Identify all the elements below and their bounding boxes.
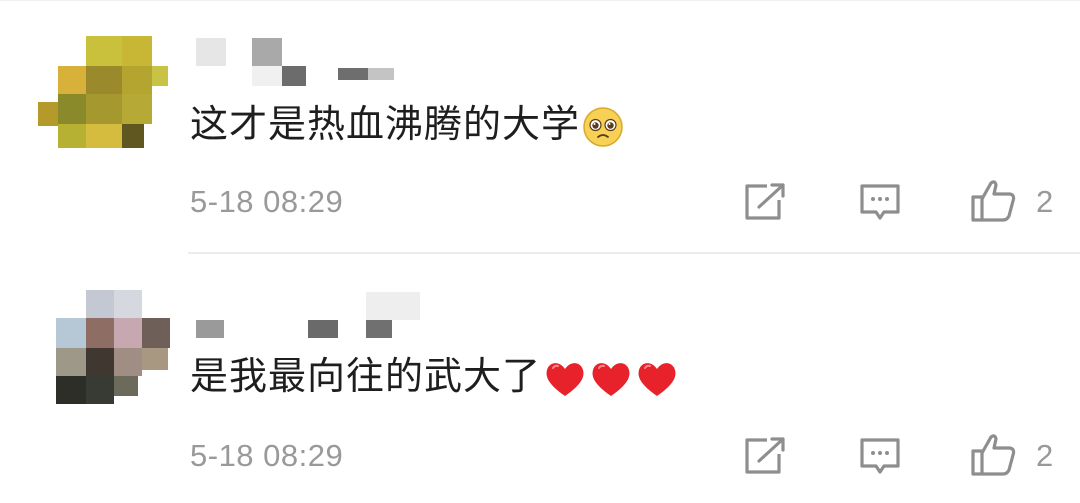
red-heart-emoji [546, 362, 584, 396]
like-count: 2 [1036, 438, 1054, 473]
comment-time: 5-18 08:29 [190, 184, 344, 219]
avatar[interactable] [56, 290, 186, 410]
pleading-face-emoji [583, 106, 623, 147]
comment-text: 这才是热血沸腾的大学 [190, 100, 624, 148]
comment-icon[interactable] [858, 436, 902, 476]
avatar[interactable] [38, 36, 168, 156]
red-heart-emoji [638, 362, 676, 396]
like-count: 2 [1036, 184, 1054, 219]
like-icon[interactable] [970, 432, 1018, 478]
red-heart-emoji [592, 362, 630, 396]
like-icon[interactable] [970, 178, 1018, 224]
comment-item: 是我最向往的武大了 5-18 08:29 2 [0, 252, 1080, 502]
share-icon[interactable] [743, 436, 787, 476]
comment-item: 这才是热血沸腾的大学 5-18 08:29 2 [0, 0, 1080, 250]
comment-icon[interactable] [858, 182, 902, 222]
comment-time: 5-18 08:29 [190, 438, 344, 473]
share-icon[interactable] [743, 182, 787, 222]
comment-text: 是我最向往的武大了 [190, 352, 679, 400]
